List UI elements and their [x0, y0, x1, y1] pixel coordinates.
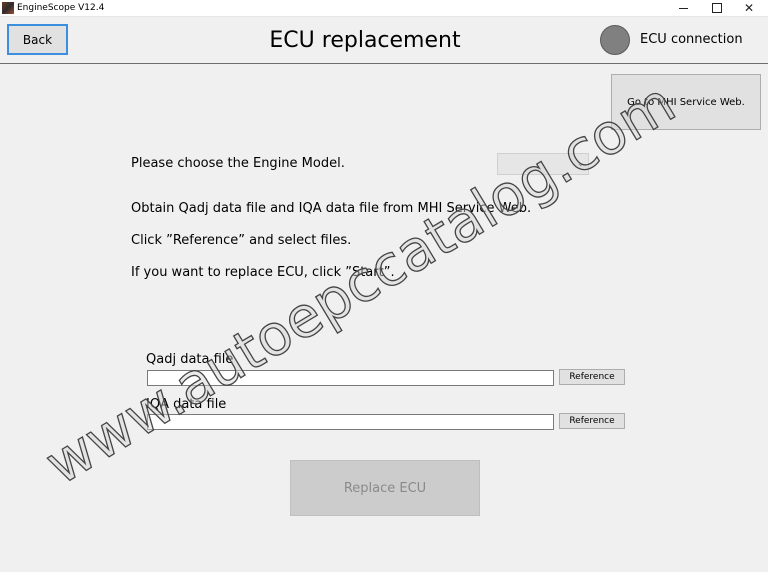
close-icon: ✕	[743, 1, 755, 15]
go-to-mhi-service-web-button[interactable]: Go to MHI Service Web.	[611, 74, 761, 130]
minimize-icon	[678, 7, 688, 9]
watermark-text: www.autoepccatalog.com	[35, 71, 687, 498]
instruction-choose-engine: Please choose the Engine Model.	[131, 156, 345, 171]
page-title: ECU replacement	[269, 28, 461, 53]
instruction-click-reference: Click ”Reference” and select files.	[131, 233, 352, 248]
close-button[interactable]: ✕	[730, 0, 768, 16]
app-icon	[2, 2, 14, 14]
maximize-icon	[712, 3, 722, 13]
ecu-connection-indicator-icon	[600, 25, 630, 55]
iqa-data-file-input[interactable]	[147, 414, 554, 430]
minimize-button[interactable]	[664, 0, 702, 16]
instruction-obtain-files: Obtain Qadj data file and IQA data file …	[131, 201, 532, 216]
qadj-data-file-input[interactable]	[147, 370, 554, 386]
qadj-reference-button[interactable]: Reference	[559, 369, 625, 385]
instruction-replace-start: If you want to replace ECU, click ”Start…	[131, 265, 395, 280]
engine-model-select[interactable]: ⌄	[497, 153, 589, 175]
iqa-reference-button[interactable]: Reference	[559, 413, 625, 429]
chevron-down-icon: ⌄	[576, 158, 585, 169]
header-divider	[0, 63, 768, 64]
replace-ecu-button[interactable]: Replace ECU	[290, 460, 480, 516]
ecu-connection-label: ECU connection	[640, 32, 743, 47]
qadj-data-file-label: Qadj data file	[146, 352, 234, 367]
back-button[interactable]: Back	[7, 24, 68, 55]
app-title: EngineScope V12.4	[17, 3, 105, 13]
window-title-bar: EngineScope V12.4 ✕	[0, 0, 768, 17]
iqa-data-file-label: IQA data file	[146, 397, 227, 412]
